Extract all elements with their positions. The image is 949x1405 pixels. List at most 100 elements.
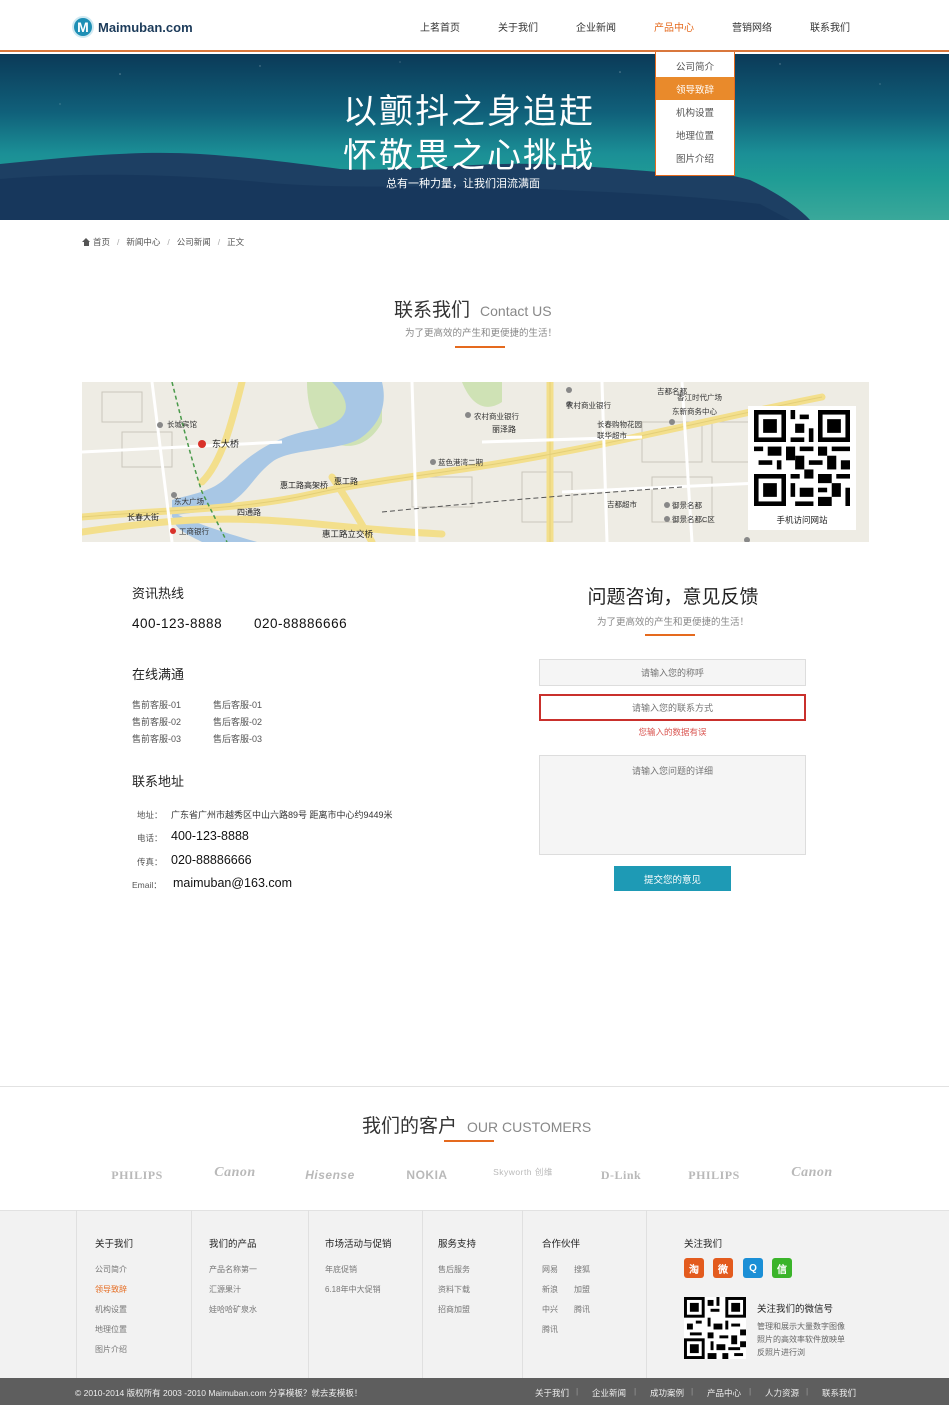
bottom-link-products[interactable]: 产品中心 <box>707 1387 741 1399</box>
logo[interactable]: M Maimuban.com <box>72 16 193 38</box>
map-label: 东大广场 <box>174 497 204 506</box>
copyright-bar: © 2010-2014 版权所有 2003 -2010 Maimuban.com… <box>0 1378 949 1405</box>
bottom-link-contact[interactable]: 联系我们 <box>822 1387 856 1399</box>
map-label: 吉都超市 <box>607 500 637 509</box>
footer-heading-support: 服务支持 <box>438 1239 477 1250</box>
footer-link[interactable]: 年底促销 <box>325 1264 357 1275</box>
footer-link[interactable]: 娃哈哈矿泉水 <box>209 1304 257 1315</box>
breadcrumb-company-news[interactable]: 公司新闻 <box>177 236 211 248</box>
dropdown-item-gallery[interactable]: 图片介绍 <box>656 146 734 169</box>
nav-network[interactable]: 营销网络 <box>713 0 791 52</box>
footer-link[interactable]: 领导致辞 <box>95 1284 127 1295</box>
question-detail-textarea[interactable] <box>539 755 806 855</box>
footer-link[interactable]: 公司简介 <box>95 1264 127 1275</box>
bottom-link-about[interactable]: 关于我们 <box>535 1387 569 1399</box>
footer-link[interactable]: 产品名称第一 <box>209 1264 257 1275</box>
footer-link[interactable]: 6.18年中大促销 <box>325 1284 381 1295</box>
footer-link[interactable]: 新浪 <box>542 1284 558 1295</box>
bottom-link-separator: | <box>806 1386 809 1396</box>
aftersale-service-link[interactable]: 售后客服-02 <box>213 715 262 728</box>
footer-link[interactable]: 腾讯 <box>542 1324 558 1335</box>
nav-news[interactable]: 企业新闻 <box>557 0 635 52</box>
presale-service-link[interactable]: 售前客服-01 <box>132 698 181 711</box>
email-link[interactable]: maimuban@163.com <box>173 876 292 890</box>
nav-about[interactable]: 关于我们 <box>479 0 557 52</box>
contact-method-input[interactable] <box>539 694 806 721</box>
bottom-link-news[interactable]: 企业新闻 <box>592 1387 626 1399</box>
contact-title-cn: 联系我们 <box>394 300 471 321</box>
fax-label: 传真： <box>137 857 163 867</box>
footer-link[interactable]: 机构设置 <box>95 1304 127 1315</box>
hotline-number-1: 400-123-8888 <box>132 616 223 631</box>
logo-mark-icon: M <box>72 16 94 38</box>
customer-logo-dlink: D-Link <box>600 1168 642 1182</box>
breadcrumb-current: 正文 <box>227 237 245 247</box>
phone-value: 400-123-8888 <box>171 829 249 843</box>
bottom-link-cases[interactable]: 成功案例 <box>650 1387 684 1399</box>
feedback-title: 问题咨询，意见反馈 <box>587 587 759 608</box>
contact-section-title: 联系我们 Contact US <box>394 295 552 322</box>
footer-heading-partners: 合作伙伴 <box>542 1239 581 1250</box>
footer-link[interactable]: 中兴 <box>542 1304 558 1315</box>
nav-products[interactable]: 产品中心 <box>635 0 713 52</box>
map-label: 东新商务中心 <box>672 407 717 416</box>
breadcrumb-news-center[interactable]: 新闻中心 <box>126 236 160 248</box>
dropdown-item-location[interactable]: 地理位置 <box>656 123 734 146</box>
address-label: 地址： <box>137 810 163 820</box>
presale-service-link[interactable]: 售前客服-03 <box>132 732 181 745</box>
footer-column-divider <box>76 1210 77 1378</box>
customers-title-cn: 我们的客户 <box>362 1116 458 1137</box>
bottom-link-separator: | <box>691 1386 694 1396</box>
feedback-title-underline <box>645 634 695 636</box>
map-label: 吉都名都 <box>657 387 687 396</box>
submit-feedback-button[interactable]: 提交您的意见 <box>614 866 731 891</box>
footer-link[interactable]: 加盟 <box>574 1284 590 1295</box>
footer-column-divider <box>646 1210 647 1378</box>
footer-link[interactable]: 汇源果汁 <box>209 1284 241 1295</box>
footer-column-divider <box>308 1210 309 1378</box>
qq-icon[interactable]: Q <box>743 1258 763 1278</box>
footer-link[interactable]: 售后服务 <box>438 1264 470 1275</box>
map-label: 东大桥 <box>212 439 240 449</box>
customers-title-en: OUR CUSTOMERS <box>467 1119 592 1135</box>
hotline-heading: 资讯热线 <box>132 586 185 601</box>
wechat-desc-line: 管理和展示大量数字图像 <box>757 1322 845 1331</box>
dropdown-item-leader-speech[interactable]: 领导致辞 <box>656 77 734 100</box>
map-label: 长春大街 <box>127 513 159 522</box>
footer-link[interactable]: 资料下载 <box>438 1284 470 1295</box>
weibo-icon[interactable]: 微 <box>713 1258 733 1278</box>
footer-link[interactable]: 图片介绍 <box>95 1344 127 1355</box>
aftersale-service-link[interactable]: 售后客服-03 <box>213 732 262 745</box>
name-input[interactable] <box>539 659 806 686</box>
taobao-icon[interactable]: 淘 <box>684 1258 704 1278</box>
footer-link[interactable]: 网易 <box>542 1264 558 1275</box>
dropdown-item-organization[interactable]: 机构设置 <box>656 100 734 123</box>
customer-logo-skyworth: Skyworth 创维 <box>493 1167 553 1177</box>
breadcrumb-home[interactable]: 首页 <box>93 236 110 248</box>
bottom-link-separator: | <box>749 1386 752 1396</box>
contact-error-message: 您输入的数据有误 <box>638 727 707 737</box>
nav-home[interactable]: 上茗首页 <box>401 0 479 52</box>
contact-title-en: Contact US <box>480 303 552 319</box>
nav-contact[interactable]: 联系我们 <box>791 0 869 52</box>
qr-caption: 手机访问网站 <box>776 515 828 525</box>
bottom-link-hr[interactable]: 人力资源 <box>765 1387 799 1399</box>
presale-service-link[interactable]: 售前客服-02 <box>132 715 181 728</box>
breadcrumb-separator: / <box>167 237 170 247</box>
wechat-icon[interactable]: 信 <box>772 1258 792 1278</box>
map-label: 长春购物花园 <box>597 420 642 429</box>
customer-logo-nokia: NOKIA <box>406 1168 448 1182</box>
footer-column-divider <box>422 1210 423 1378</box>
dropdown-item-company-intro[interactable]: 公司简介 <box>656 54 734 77</box>
footer-link[interactable]: 地理位置 <box>95 1324 127 1335</box>
aftersale-service-link[interactable]: 售后客服-01 <box>213 698 262 711</box>
footer-link[interactable]: 招商加盟 <box>438 1304 470 1315</box>
breadcrumb: 首页 / 新闻中心 / 公司新闻 / 正文 <box>82 236 244 248</box>
footer-link[interactable]: 搜狐 <box>574 1264 590 1275</box>
hero-banner: 以颤抖之身追赶 怀敬畏之心挑战 总有一种力量，让我们泪流满面 <box>0 54 949 220</box>
footer-link[interactable]: 腾讯 <box>574 1304 590 1315</box>
banner-title-line2: 怀敬畏之心挑战 <box>343 137 595 175</box>
map-label: 四通路 <box>237 508 261 517</box>
wechat-title: 关注我们的微信号 <box>757 1304 834 1315</box>
customers-title-underline <box>444 1140 494 1142</box>
